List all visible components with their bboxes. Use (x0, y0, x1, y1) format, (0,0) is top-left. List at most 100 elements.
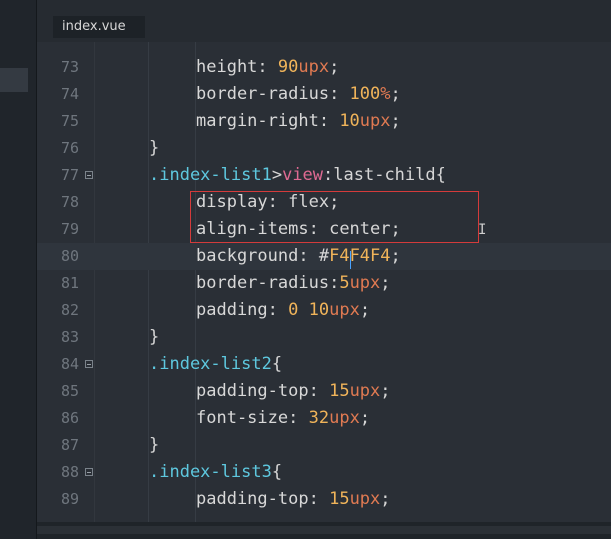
code-token: ; (380, 489, 391, 509)
code-line[interactable]: 88 .index-list3{ (37, 459, 611, 486)
code-text: .index-list2{ (149, 351, 282, 378)
fold-toggle-icon[interactable] (85, 171, 93, 179)
horizontal-scrollbar[interactable] (37, 522, 611, 539)
code-token: ; (390, 246, 401, 266)
code-token: :last-child (323, 165, 436, 185)
i-beam-cursor-icon: I (478, 222, 487, 238)
code-token: ; (390, 84, 401, 104)
code-token: padding-top (196, 381, 309, 401)
code-line[interactable]: 87} (37, 432, 611, 459)
code-token: 100 (349, 84, 381, 104)
code-text: margin-right: 10upx; (196, 108, 401, 135)
code-token: ; (329, 57, 340, 77)
code-token: upx (349, 381, 381, 401)
code-text: .index-list3{ (149, 459, 282, 486)
code-line[interactable]: 73 height: 90upx; (37, 54, 611, 81)
side-panel (0, 0, 37, 539)
code-line[interactable]: 81 border-radius:5upx; (37, 270, 611, 297)
line-number: 76 (60, 139, 79, 157)
line-number: 83 (60, 328, 79, 346)
code-token: font-size (196, 408, 289, 428)
line-number: 77 (60, 166, 79, 184)
code-token: 32 (308, 408, 330, 428)
code-line[interactable]: 86 font-size: 32upx; (37, 405, 611, 432)
code-editor[interactable]: 73 height: 90upx; 74 border-radius: 100%; 75… (37, 42, 611, 522)
code-token: 0 (288, 300, 299, 320)
code-token: padding-top (196, 489, 309, 509)
code-token: .index-list3 (149, 462, 272, 482)
code-line[interactable]: 75 margin-right: 10upx; (37, 108, 611, 135)
line-number: 85 (60, 382, 79, 400)
code-token: ; (359, 300, 371, 320)
line-number: 86 (60, 409, 79, 427)
code-line[interactable]: 76} (37, 135, 611, 162)
code-text: font-size: 32upx; (196, 405, 370, 432)
line-number: 82 (60, 301, 79, 319)
code-line[interactable]: 84 .index-list2{ (37, 351, 611, 378)
code-text: padding-top: 15upx; (196, 378, 391, 405)
line-number: 73 (60, 58, 79, 76)
code-text: background: #F4F4F4; (196, 243, 401, 270)
line-number: 78 (60, 193, 79, 211)
code-text: height: 90upx; (196, 54, 339, 81)
side-panel-selected-item[interactable] (0, 68, 28, 92)
code-token: .index-list1 (149, 165, 272, 185)
code-token: } (149, 435, 160, 455)
line-number: 79 (60, 220, 79, 238)
code-token: F4F4F4 (329, 246, 391, 266)
line-number: 88 (60, 463, 79, 481)
code-token: > (271, 165, 283, 185)
code-token: { (435, 165, 446, 185)
line-number: 84 (60, 355, 79, 373)
code-token: } (149, 138, 160, 158)
fold-toggle-icon[interactable] (85, 468, 93, 476)
code-token: : (329, 273, 340, 293)
code-line[interactable]: 74 border-radius: 100%; (37, 81, 611, 108)
line-number: 75 (60, 112, 79, 130)
code-line[interactable]: 85 padding-top: 15upx; (37, 378, 611, 405)
code-text: } (149, 432, 159, 459)
code-token: padding (196, 300, 268, 320)
scrollbar-thumb[interactable] (37, 526, 611, 534)
line-number: 81 (60, 274, 79, 292)
tab-bar: index.vue (37, 0, 611, 42)
code-token: upx (349, 273, 381, 293)
code-token: : (308, 489, 330, 509)
code-token: { (271, 354, 283, 374)
code-token: % (380, 84, 391, 104)
code-token: : (329, 84, 350, 104)
fold-toggle-icon[interactable] (85, 360, 93, 368)
code-text: border-radius: 100%; (196, 81, 401, 108)
code-token: 10 (308, 300, 330, 320)
code-token: view (282, 165, 324, 185)
code-token: ; (359, 408, 371, 428)
code-token: # (318, 246, 330, 266)
code-line[interactable]: 89 padding-top: 15upx; (37, 486, 611, 513)
code-token: : (267, 300, 289, 320)
code-token: { (271, 462, 283, 482)
line-number: 89 (60, 490, 79, 508)
code-token: : (308, 381, 330, 401)
line-number: 87 (60, 436, 79, 454)
code-token: .index-list2 (149, 354, 272, 374)
code-line[interactable]: 82 padding: 0 10upx; (37, 297, 611, 324)
code-line[interactable]: 83} (37, 324, 611, 351)
annotation-highlight-box (190, 191, 479, 243)
code-token: 15 (329, 489, 350, 509)
code-text: padding: 0 10upx; (196, 297, 370, 324)
code-line[interactable]: 80 background: #F4F4F4; (37, 243, 611, 270)
code-token: margin-right (196, 111, 319, 131)
code-text: } (149, 324, 159, 351)
code-line[interactable]: 77 .index-list1>view:last-child{ (37, 162, 611, 189)
code-token: } (149, 327, 160, 347)
code-token: background (196, 246, 299, 266)
code-token: upx (359, 111, 391, 131)
code-token: upx (329, 408, 360, 428)
code-token: border-radius (196, 273, 330, 293)
code-text: .index-list1>view:last-child{ (149, 162, 446, 189)
code-token: : (288, 408, 309, 428)
code-token: : (257, 57, 278, 77)
code-token: height (196, 57, 258, 77)
tab-index-vue[interactable]: index.vue (53, 16, 145, 38)
